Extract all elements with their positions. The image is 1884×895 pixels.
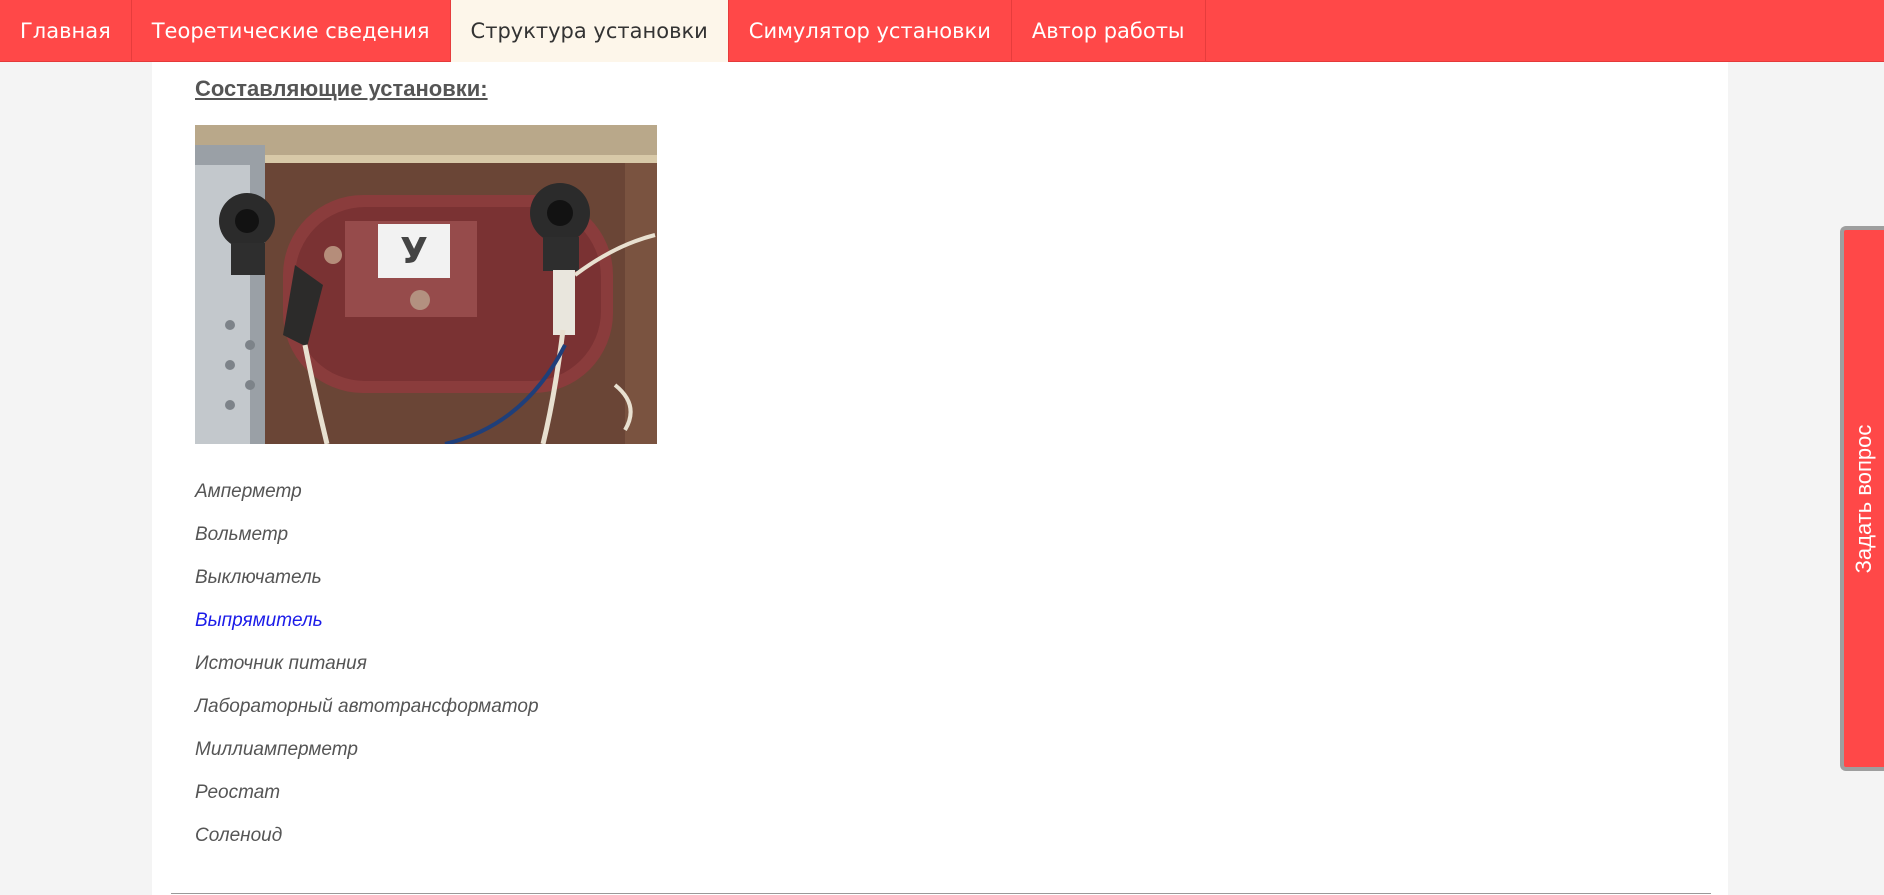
nav-item-author[interactable]: Автор работы bbox=[1012, 0, 1206, 62]
nav-item-theory[interactable]: Теоретические сведения bbox=[132, 0, 451, 62]
components-list: Амперметр Вольметр Выключатель Выпрямите… bbox=[195, 470, 539, 857]
component-power-source: Источник питания bbox=[195, 653, 367, 674]
rectifier-photo: У bbox=[195, 125, 657, 444]
nav-item-simulator[interactable]: Симулятор установки bbox=[729, 0, 1012, 62]
nav-item-structure[interactable]: Структура установки bbox=[450, 0, 729, 62]
component-solenoid: Соленоид bbox=[195, 825, 283, 846]
photo-sticker-letter: У bbox=[400, 231, 428, 272]
component-voltmeter: Вольметр bbox=[195, 524, 289, 545]
main-content: Составляющие установки: У Амперметр Воль… bbox=[152, 62, 1728, 895]
ask-question-label: Задать вопрос bbox=[1851, 424, 1876, 573]
component-rectifier-link[interactable]: Выпрямитель bbox=[195, 599, 539, 642]
nav-item-home[interactable]: Главная bbox=[0, 0, 132, 62]
component-autotransformer: Лабораторный автотрансформатор bbox=[195, 696, 539, 717]
section-title: Составляющие установки: bbox=[195, 76, 488, 101]
component-ammeter: Амперметр bbox=[195, 481, 302, 502]
component-milliammeter: Миллиамперметр bbox=[195, 739, 358, 760]
ask-question-button[interactable]: Задать вопрос bbox=[1840, 226, 1884, 771]
component-rheostat: Реостат bbox=[195, 782, 281, 803]
component-switch: Выключатель bbox=[195, 567, 322, 588]
top-navigation: Главная Теоретические сведения Структура… bbox=[0, 0, 1884, 62]
footer-divider bbox=[171, 893, 1711, 894]
